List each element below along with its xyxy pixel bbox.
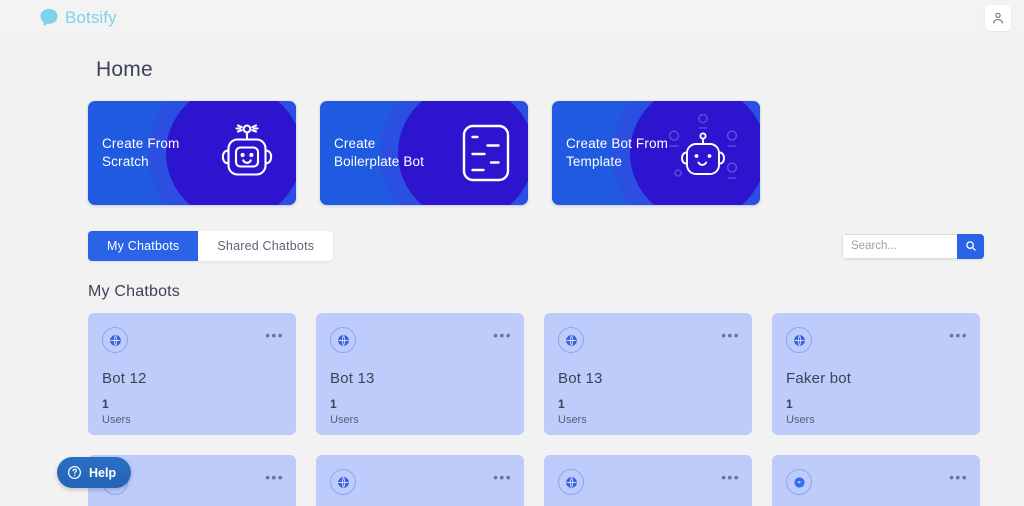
tab-my-chatbots[interactable]: My Chatbots	[88, 231, 199, 261]
globe-icon	[330, 469, 356, 495]
chatbot-user-count: 1	[786, 397, 793, 411]
chatbot-menu-button[interactable]: •••	[493, 328, 512, 342]
controls-row: My Chatbots Shared Chatbots	[88, 231, 984, 261]
chatbot-menu-button[interactable]: •••	[949, 470, 968, 484]
robot-template-icon	[660, 114, 746, 192]
globe-icon	[558, 469, 584, 495]
chatbot-card[interactable]: ••• Bot 12 1 Users	[88, 313, 296, 435]
chatbot-name: Bot 12	[102, 370, 147, 387]
chatbot-menu-button[interactable]: •••	[721, 470, 740, 484]
brand-name: Botsify	[65, 8, 117, 27]
question-circle-icon	[67, 465, 82, 480]
robot-head-icon	[212, 120, 282, 186]
search-input[interactable]	[842, 233, 957, 259]
page-content: Home Create From Scratch Create Boilerpl…	[0, 58, 1024, 506]
chatbot-menu-button[interactable]: •••	[265, 470, 284, 484]
document-lines-icon	[454, 120, 514, 186]
help-button-label: Help	[89, 465, 117, 480]
globe-icon	[558, 327, 584, 353]
action-card-label: Create From Scratch	[102, 136, 180, 169]
chatbot-user-count: 1	[330, 397, 337, 411]
chatbot-card[interactable]: ••• Faker bot 1 Users	[772, 313, 980, 435]
chatbot-users-label: Users	[330, 414, 359, 426]
page-title: Home	[96, 58, 153, 81]
chatbot-card[interactable]: •••	[772, 455, 980, 506]
chatbot-users-label: Users	[102, 414, 131, 426]
top-bar: Botsify	[0, 0, 1024, 36]
chatbot-user-count: 1	[102, 397, 109, 411]
create-bot-from-template-card[interactable]: Create Bot From Template	[552, 101, 760, 205]
action-card-label: Create Boilerplate Bot	[334, 136, 425, 169]
tab-shared-chatbots[interactable]: Shared Chatbots	[198, 231, 334, 261]
chatbot-name: Faker bot	[786, 370, 852, 387]
action-card-label: Create Bot From Template	[566, 136, 669, 169]
chatbot-card[interactable]: ••• Bot 13 1 Users	[544, 313, 752, 435]
user-icon	[991, 11, 1005, 25]
globe-icon	[786, 327, 812, 353]
chatbot-card[interactable]: •••	[544, 455, 752, 506]
chatbot-card[interactable]: •••	[316, 455, 524, 506]
chatbot-grid: ••• Bot 12 1 Users ••• Bot 13 1 Users ••…	[88, 313, 1024, 506]
chatbot-card[interactable]: ••• Bot 13 1 Users	[316, 313, 524, 435]
create-boilerplate-bot-card[interactable]: Create Boilerplate Bot	[320, 101, 528, 205]
chatbot-tabs: My Chatbots Shared Chatbots	[88, 231, 334, 261]
action-cards-row: Create From Scratch Create Boilerplate B…	[88, 101, 1024, 205]
search-box	[842, 233, 984, 259]
globe-icon	[102, 327, 128, 353]
search-icon	[965, 240, 977, 252]
create-from-scratch-card[interactable]: Create From Scratch	[88, 101, 296, 205]
help-button[interactable]: Help	[57, 457, 132, 488]
messenger-icon	[786, 469, 812, 495]
section-title: My Chatbots	[88, 283, 181, 300]
chatbot-users-label: Users	[786, 414, 815, 426]
search-button[interactable]	[957, 233, 984, 259]
chatbot-menu-button[interactable]: •••	[265, 328, 284, 342]
chatbot-user-count: 1	[558, 397, 565, 411]
chatbot-name: Bot 13	[558, 370, 603, 387]
account-button[interactable]	[985, 5, 1011, 31]
chatbot-menu-button[interactable]: •••	[949, 328, 968, 342]
chatbot-menu-button[interactable]: •••	[493, 470, 512, 484]
chatbot-name: Bot 13	[330, 370, 375, 387]
chatbot-menu-button[interactable]: •••	[721, 328, 740, 342]
chatbot-users-label: Users	[558, 414, 587, 426]
brand-logo-group[interactable]: Botsify	[38, 7, 117, 29]
speech-bubble-icon	[38, 7, 60, 29]
globe-icon	[330, 327, 356, 353]
